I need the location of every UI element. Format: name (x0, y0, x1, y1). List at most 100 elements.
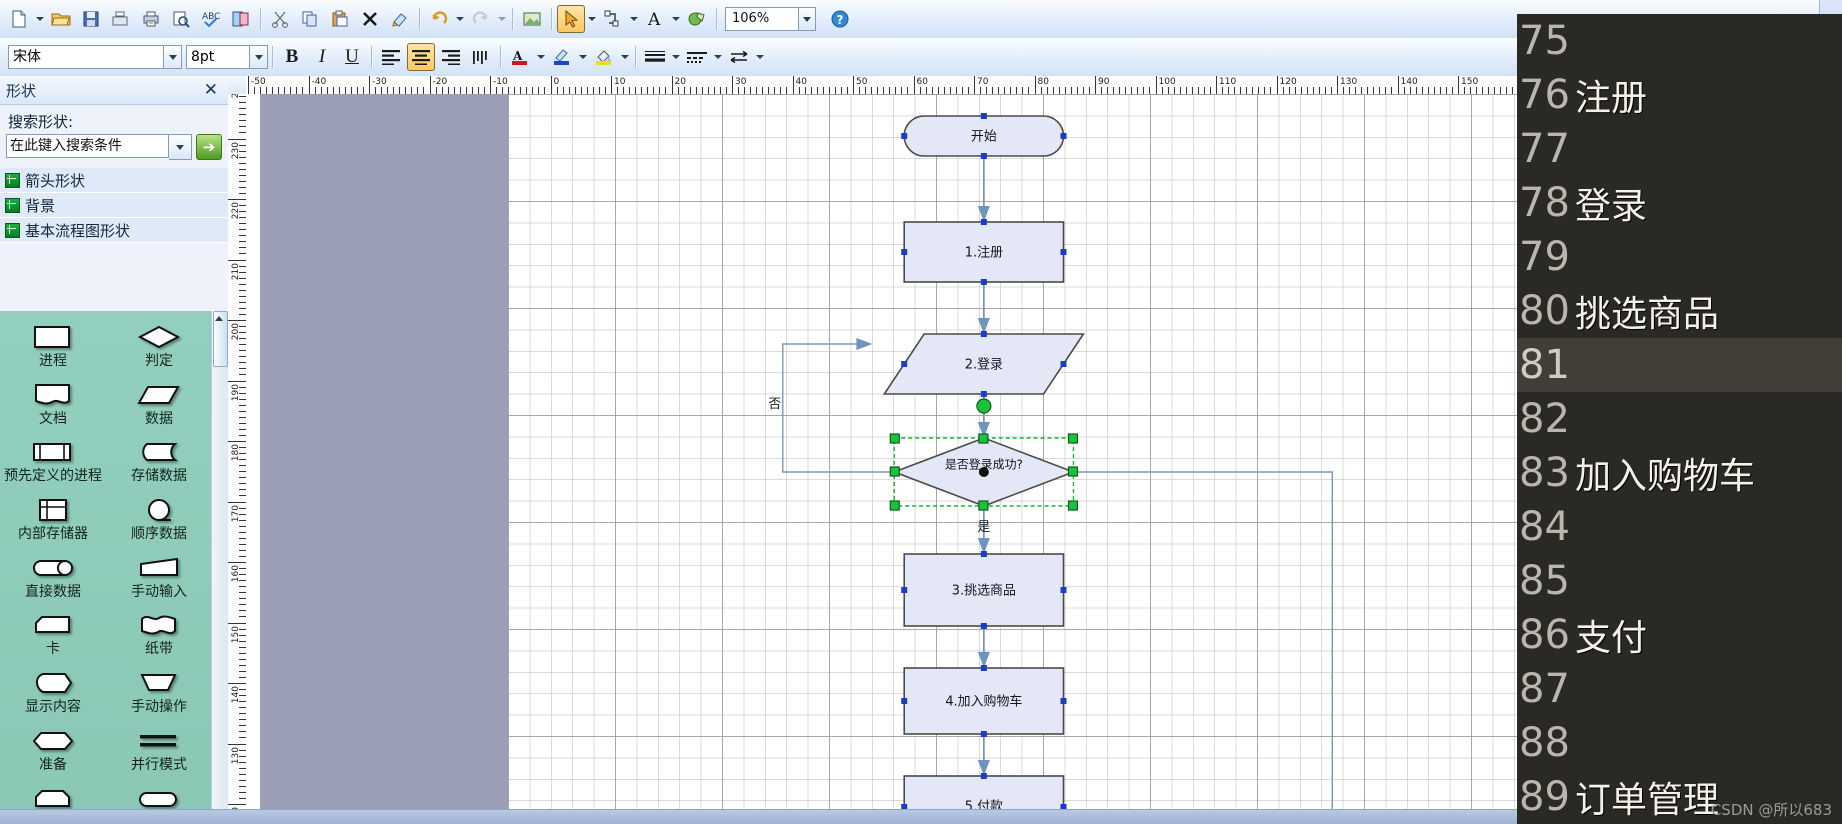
new-document-dropdown[interactable] (34, 6, 46, 32)
code-line[interactable]: 87 (1517, 662, 1842, 716)
gallery-item-parallel-mode[interactable]: 并行模式 (106, 715, 212, 773)
connector-tool-icon[interactable] (599, 5, 627, 33)
spell-check-icon[interactable]: ABC (197, 5, 225, 33)
insert-picture-icon[interactable] (518, 5, 546, 33)
redo-icon[interactable] (467, 5, 495, 33)
code-line[interactable]: 80 挑选商品 (1517, 284, 1842, 338)
undo-icon[interactable] (425, 5, 453, 33)
line-ends-dropdown[interactable] (754, 44, 766, 70)
gallery-item-process[interactable]: 进程 (0, 311, 106, 369)
zoom-dropdown-arrow[interactable] (799, 7, 816, 31)
code-line[interactable]: 81 (1517, 338, 1842, 392)
save-icon[interactable] (77, 5, 105, 33)
line-color-button[interactable] (548, 43, 576, 71)
align-right-button[interactable] (437, 43, 465, 71)
connector-1-to-2[interactable] (977, 282, 990, 334)
stencil-item-backgrounds[interactable]: 背景 (0, 193, 228, 218)
pointer-dropdown[interactable] (586, 6, 598, 32)
underline-button[interactable]: U (337, 42, 367, 72)
code-line[interactable]: 76 注册 (1517, 68, 1842, 122)
connector-5-to-6[interactable] (977, 734, 990, 776)
undo-dropdown[interactable] (454, 6, 466, 32)
node-add-to-cart[interactable]: 4.加入购物车 (901, 665, 1067, 737)
fill-color-button[interactable] (590, 43, 618, 71)
gallery-item-internal-storage[interactable]: 内部存储器 (0, 484, 106, 542)
rotation-handle[interactable] (976, 398, 992, 414)
italic-button[interactable]: I (307, 42, 337, 72)
text-tool-icon[interactable]: A (641, 5, 669, 33)
font-size-dropdown[interactable] (250, 45, 268, 69)
connector-decision-right[interactable] (1073, 471, 1333, 824)
search-shapes-input[interactable]: 在此键入搜索条件 (6, 134, 169, 158)
line-pattern-button[interactable] (683, 43, 711, 71)
text-dropdown[interactable] (670, 6, 682, 32)
new-document-icon[interactable] (5, 5, 33, 33)
node-start[interactable]: 开始 (901, 113, 1067, 159)
gallery-item-preparation[interactable]: 准备 (0, 715, 106, 773)
lock-print-icon[interactable] (107, 5, 135, 33)
font-color-dropdown[interactable] (535, 44, 547, 70)
redo-dropdown[interactable] (496, 6, 508, 32)
gallery-item-stored-data[interactable]: 存储数据 (106, 426, 212, 484)
gallery-item-card[interactable]: 卡 (0, 599, 106, 657)
code-line[interactable]: 82 (1517, 392, 1842, 446)
help-icon[interactable]: ? (826, 5, 854, 33)
format-painter-icon[interactable] (386, 5, 414, 33)
font-size-input[interactable]: 8pt (186, 45, 250, 69)
line-weight-button[interactable] (641, 43, 669, 71)
align-left-button[interactable] (377, 43, 405, 71)
gallery-item-data[interactable]: 数据 (106, 369, 212, 427)
research-icon[interactable] (227, 5, 255, 33)
node-register[interactable]: 1.注册 (901, 219, 1067, 285)
close-icon[interactable]: ✕ (200, 80, 222, 100)
code-line[interactable]: 84 (1517, 500, 1842, 554)
font-color-button[interactable]: A (506, 43, 534, 71)
connector-dropdown[interactable] (628, 6, 640, 32)
gallery-item-display[interactable]: 显示内容 (0, 657, 106, 715)
vertical-ruler[interactable]: 2402302202102001901801701601501401301201… (228, 94, 247, 824)
delete-icon[interactable] (356, 5, 384, 33)
code-line[interactable]: 88 (1517, 716, 1842, 770)
text-direction-button[interactable] (467, 43, 495, 71)
code-line[interactable]: 79 (1517, 230, 1842, 284)
gallery-item-decision[interactable]: 判定 (106, 311, 212, 369)
gallery-scrollbar[interactable] (211, 311, 228, 824)
open-folder-icon[interactable] (47, 5, 75, 33)
code-line[interactable]: 83 加入购物车 (1517, 446, 1842, 500)
bold-button[interactable]: B (277, 42, 307, 72)
code-line[interactable]: 78 登录 (1517, 176, 1842, 230)
copy-icon[interactable] (296, 5, 324, 33)
gallery-item-direct-data[interactable]: 直接数据 (0, 542, 106, 600)
font-name-input[interactable]: 宋体 (8, 45, 164, 69)
code-line[interactable]: 75 (1517, 14, 1842, 68)
line-color-dropdown[interactable] (577, 44, 589, 70)
fill-color-dropdown[interactable] (619, 44, 631, 70)
connector-4-to-5[interactable] (977, 626, 990, 668)
stencil-item-basic-flowchart[interactable]: 基本流程图形状 (0, 218, 228, 243)
pointer-tool-icon[interactable] (557, 5, 585, 33)
line-pattern-dropdown[interactable] (712, 44, 724, 70)
node-select-products[interactable]: 3.挑选商品 (901, 551, 1067, 629)
gallery-item-paper-tape[interactable]: 纸带 (106, 599, 212, 657)
gallery-item-manual-operation[interactable]: 手动操作 (106, 657, 212, 715)
chevron-down-icon[interactable] (169, 134, 192, 160)
font-name-dropdown[interactable] (164, 45, 182, 69)
print-preview-icon[interactable] (167, 5, 195, 33)
paste-icon[interactable] (326, 5, 354, 33)
connector-start-to-1[interactable] (977, 156, 990, 222)
node-login[interactable]: 2.登录 (882, 331, 1085, 397)
theme-icon[interactable] (683, 5, 711, 33)
code-line[interactable]: 86 支付 (1517, 608, 1842, 662)
line-weight-dropdown[interactable] (670, 44, 682, 70)
zoom-level-input[interactable]: 106% (725, 7, 799, 31)
gallery-item-sequential-data[interactable]: 顺序数据 (106, 484, 212, 542)
gallery-item-manual-input[interactable]: 手动输入 (106, 542, 212, 600)
gallery-item-predefined-process[interactable]: 预先定义的进程 (0, 426, 106, 484)
stencil-item-arrow-shapes[interactable]: 箭头形状 (0, 168, 228, 193)
cut-icon[interactable] (266, 5, 294, 33)
line-ends-button[interactable] (725, 43, 753, 71)
connector-no-loop[interactable] (782, 338, 895, 473)
align-center-button[interactable] (407, 43, 435, 71)
code-line[interactable]: 77 (1517, 122, 1842, 176)
scroll-up-icon[interactable] (213, 311, 226, 325)
